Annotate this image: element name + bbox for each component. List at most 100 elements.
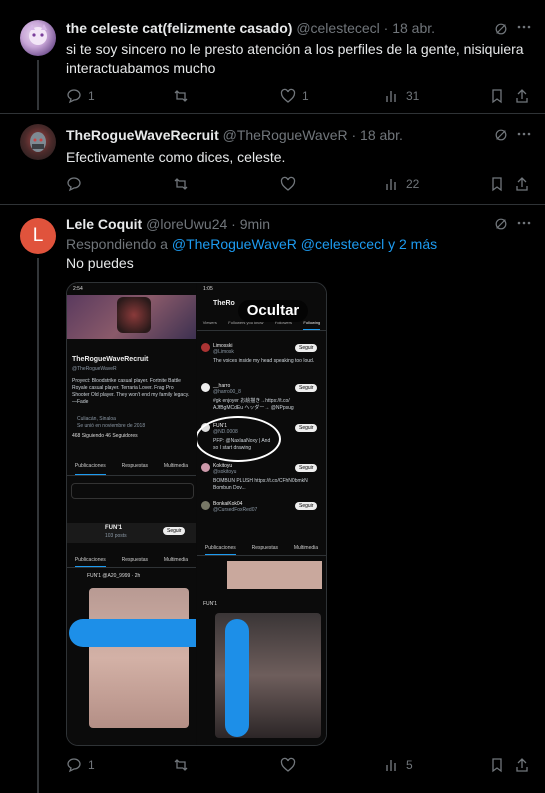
- share-button[interactable]: [514, 88, 530, 104]
- post-author: FUN'1: [87, 573, 102, 579]
- reply-prefix: Respondiendo a: [66, 236, 168, 252]
- timestamp[interactable]: · 9min: [231, 216, 270, 232]
- action-bar: 1 1 31: [66, 88, 530, 108]
- heart-icon: [280, 176, 296, 191]
- tab-publicaciones-2: Publicaciones: [74, 557, 106, 567]
- action-bar: 22: [66, 176, 530, 196]
- bookmark-button[interactable]: [489, 176, 505, 192]
- left-post-author: FUN'1 @A20_9999 · 2h: [87, 573, 140, 580]
- retweet-icon: [174, 178, 188, 190]
- tweet-text: Efectivamente como dices, celeste.: [66, 149, 286, 165]
- status-time: 1:05: [203, 286, 213, 292]
- like-button[interactable]: [280, 176, 302, 192]
- tweet-text: si te soy sincero no le presto atención …: [66, 41, 524, 76]
- retweet-button[interactable]: [173, 757, 195, 773]
- tab-multimedia-2: Multimedia: [163, 557, 189, 563]
- avatar[interactable]: [20, 20, 56, 56]
- handle[interactable]: @loreUwu24: [146, 216, 227, 232]
- share-button[interactable]: [514, 176, 530, 192]
- timestamp[interactable]: · 18 abr.: [384, 20, 435, 36]
- compose-box: [71, 483, 194, 499]
- follow-avatar: [201, 383, 210, 392]
- tab-following: Following: [303, 320, 321, 330]
- seguir-button: Seguir: [295, 424, 318, 432]
- avatar-letter: L: [32, 225, 44, 246]
- tab-multimedia: Multimedia: [163, 463, 189, 469]
- avatar[interactable]: L: [20, 218, 56, 254]
- like-count: 1: [302, 89, 309, 103]
- share-icon: [516, 89, 528, 103]
- retweet-button[interactable]: [173, 88, 195, 104]
- tweet-text: No puedes: [66, 255, 134, 271]
- reply-button[interactable]: 1: [66, 88, 95, 104]
- seguir-button: Seguir: [295, 384, 318, 392]
- share-icon: [516, 177, 528, 191]
- tweet-media[interactable]: 2:54 TheRogueWaveRecruit @TheRogueWaveR …: [66, 282, 327, 746]
- display-name[interactable]: Lele Coquit: [66, 216, 142, 232]
- share-button[interactable]: [514, 757, 530, 773]
- bookmark-button[interactable]: [489, 88, 505, 104]
- follow-avatar: [201, 501, 210, 510]
- tab-viewers: Viewers: [202, 320, 217, 325]
- status-bar: 2:54: [73, 286, 83, 293]
- like-button[interactable]: [280, 757, 302, 773]
- tab-respuestas-2: Respuestas: [121, 557, 149, 563]
- more-icon[interactable]: [516, 131, 532, 137]
- post-image: [89, 588, 189, 728]
- display-name[interactable]: TheRogueWaveRecruit: [66, 127, 219, 143]
- reply-icon: [67, 758, 81, 773]
- right-thumb: [227, 561, 322, 589]
- follow-avatar: [201, 463, 210, 472]
- views-button[interactable]: 22: [384, 176, 419, 192]
- followers-count: 46 Seguidores: [105, 433, 138, 439]
- more-icon[interactable]: [516, 24, 532, 30]
- reply-context: Respondiendo a @TheRogueWaveR @celestece…: [66, 235, 536, 254]
- screenshot-left: 2:54 TheRogueWaveRecruit @TheRogueWaveR …: [67, 283, 196, 745]
- tweet-header: Lele Coquit @loreUwu24 · 9min: [66, 216, 270, 232]
- hide-media-button[interactable]: Ocultar: [238, 300, 308, 322]
- avatar[interactable]: [20, 124, 56, 160]
- reply-icon: [67, 89, 81, 104]
- screenshot-right: 1:05 TheRo Viewers Followers you know Fo…: [197, 283, 326, 745]
- timestamp[interactable]: · 18 abr.: [351, 127, 402, 143]
- display-name[interactable]: the celeste cat(felizmente casado): [66, 20, 292, 36]
- like-button[interactable]: 1: [280, 88, 309, 104]
- seguir-button: Seguir: [295, 464, 318, 472]
- grok-icon[interactable]: [494, 128, 508, 142]
- handle[interactable]: @TheRogueWaveR: [223, 127, 348, 143]
- retweet-button[interactable]: [173, 176, 195, 192]
- reply-icon: [67, 177, 81, 192]
- retweet-icon: [174, 90, 188, 102]
- right-header: TheRo: [213, 300, 235, 307]
- views-icon: [386, 179, 396, 190]
- tab-respuestas: Respuestas: [121, 463, 149, 469]
- views-button[interactable]: 31: [384, 88, 419, 104]
- left-location: Culiacán, Sinaloa: [77, 416, 116, 422]
- bookmark-button[interactable]: [489, 757, 505, 773]
- left-profile-name: TheRogueWaveRecruit: [72, 356, 149, 363]
- profile-avatar: [117, 297, 151, 333]
- censor-blur: [69, 619, 196, 647]
- seguir-button: Seguir: [295, 502, 318, 510]
- bookmark-icon: [492, 758, 502, 773]
- status-bar: 1:05: [203, 286, 213, 293]
- thread-line: [37, 60, 39, 110]
- handle[interactable]: @celestececl: [296, 20, 379, 36]
- grok-icon[interactable]: [494, 22, 508, 36]
- reply-button[interactable]: 1: [66, 757, 95, 773]
- more-icon[interactable]: [516, 220, 532, 226]
- highlight-circle: [197, 416, 281, 462]
- tab-respuestas-3: Respuestas: [251, 545, 279, 551]
- grok-icon[interactable]: [494, 217, 508, 231]
- tweet-header: TheRogueWaveRecruit @TheRogueWaveR · 18 …: [66, 127, 403, 143]
- tab-multimedia-3: Multimedia: [293, 545, 319, 551]
- views-button[interactable]: 5: [384, 757, 413, 773]
- follow-handle: @CursedFoxRed07: [213, 507, 258, 513]
- second-screen-header: FUN'1 103 posts Seguir: [67, 523, 196, 543]
- left-joined: Se unió en noviembre de 2018: [77, 423, 146, 429]
- follow-bio: BOMBUN PLUSH https://t.co/CFhN0bmkN Bomb…: [213, 478, 308, 491]
- reply-button[interactable]: [66, 176, 88, 192]
- views-icon: [386, 760, 396, 771]
- reply-to-link[interactable]: @TheRogueWaveR @celestececl y 2 más: [172, 236, 437, 252]
- seguir-button: Seguir: [295, 344, 318, 352]
